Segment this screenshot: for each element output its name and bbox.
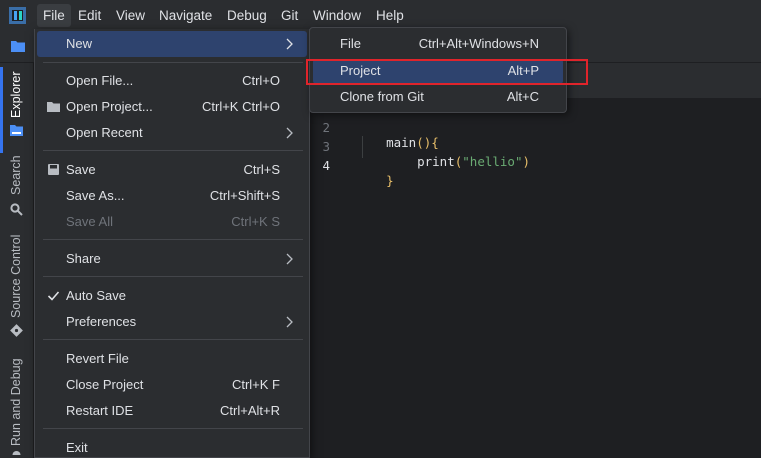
menu-item-label: File	[340, 36, 361, 51]
menu-item-label: Auto Save	[66, 288, 126, 303]
code-line-3[interactable]: print("hellio")	[387, 139, 530, 184]
menu-item-label: Save All	[66, 214, 113, 229]
line-number: 3	[322, 139, 330, 154]
menu-separator	[43, 150, 303, 151]
shortcut-label: Ctrl+Alt+Windows+N	[418, 36, 539, 51]
activity-search[interactable]: Search	[0, 155, 33, 218]
activity-source-control[interactable]: Source Control	[0, 235, 33, 345]
shortcut-label: Alt+C	[506, 89, 539, 104]
menu-item-label: Open File...	[66, 73, 134, 88]
token-close-brace: }	[386, 173, 394, 188]
shortcut-label: Ctrl+K F	[231, 377, 280, 392]
line-number: 2	[322, 120, 330, 135]
menu-item-label: Restart IDE	[66, 403, 134, 418]
menu-item-label: Exit	[66, 440, 88, 455]
menu-help[interactable]: Help	[370, 4, 410, 27]
menu-item-open-file[interactable]: Open File... Ctrl+O	[37, 68, 307, 94]
menu-item-open-project[interactable]: Open Project... Ctrl+K Ctrl+O	[37, 94, 307, 120]
menu-debug[interactable]: Debug	[221, 4, 273, 27]
chevron-right-icon	[286, 127, 293, 139]
source-control-label: Source Control	[9, 234, 23, 318]
folder-icon[interactable]	[11, 40, 25, 52]
search-icon	[10, 203, 23, 216]
menu-separator	[43, 428, 303, 429]
checkmark-icon	[47, 291, 60, 301]
menu-view[interactable]: View	[110, 4, 151, 27]
menu-item-preferences[interactable]: Preferences	[37, 309, 307, 335]
menu-item-save[interactable]: Save Ctrl+S	[37, 157, 307, 183]
menu-separator	[43, 339, 303, 340]
explorer-label: Explorer	[9, 71, 23, 118]
shortcut-label: Ctrl+K Ctrl+O	[201, 99, 280, 114]
activity-explorer[interactable]: Explorer	[0, 67, 33, 147]
debug-icon	[12, 451, 21, 455]
run-debug-label: Run and Debug	[9, 358, 23, 446]
menu-item-label: Share	[66, 251, 101, 266]
menu-item-label: New	[66, 36, 93, 51]
submenu-item-file[interactable]: File Ctrl+Alt+Windows+N	[313, 32, 563, 57]
menu-edit[interactable]: Edit	[72, 4, 107, 27]
menu-file[interactable]: File	[37, 4, 71, 27]
chevron-right-icon	[286, 253, 293, 265]
menu-item-exit[interactable]: Exit	[37, 435, 307, 458]
ide-window: File Edit View Navigate Debug Git Window…	[0, 0, 761, 458]
submenu-item-clone-from-git[interactable]: Clone from Git Alt+C	[313, 85, 563, 110]
folder-open-icon	[47, 102, 60, 112]
shortcut-label: Ctrl+Shift+S	[209, 188, 280, 203]
menu-git[interactable]: Git	[275, 4, 304, 27]
menu-item-label: Preferences	[66, 314, 137, 329]
menu-item-revert-file[interactable]: Revert File	[37, 346, 307, 372]
menu-item-auto-save[interactable]: Auto Save	[37, 283, 307, 309]
menu-separator	[43, 62, 303, 63]
menu-item-restart-ide[interactable]: Restart IDE Ctrl+Alt+R	[37, 398, 307, 424]
shortcut-label: Ctrl+O	[242, 73, 280, 88]
app-logo-icon	[9, 7, 26, 24]
menu-item-save-as[interactable]: Save As... Ctrl+Shift+S	[37, 183, 307, 209]
menu-item-new[interactable]: New	[37, 31, 307, 57]
menu-item-close-project[interactable]: Close Project Ctrl+K F	[37, 372, 307, 398]
menu-item-share[interactable]: Share	[37, 246, 307, 272]
menu-item-label: Revert File	[66, 351, 129, 366]
activity-run-debug[interactable]: Run and Debug	[0, 358, 33, 458]
code-line-4[interactable]: }	[356, 158, 394, 203]
search-label: Search	[9, 155, 23, 195]
menu-item-label: Clone from Git	[340, 89, 424, 104]
menu-separator	[43, 239, 303, 240]
chevron-right-icon	[286, 316, 293, 328]
menu-separator	[43, 276, 303, 277]
menu-item-open-recent[interactable]: Open Recent	[37, 120, 307, 146]
menu-item-label: Open Recent	[66, 125, 143, 140]
annotation-highlight-box	[306, 59, 588, 85]
file-menu: New Open File... Ctrl+O Open Project... …	[34, 29, 310, 458]
token-string: "hellio"	[462, 154, 523, 169]
shortcut-label: Ctrl+Alt+R	[220, 403, 280, 418]
menu-item-label: Save	[66, 162, 96, 177]
menu-item-label: Open Project...	[66, 99, 153, 114]
token-close-paren: )	[522, 154, 531, 169]
line-number-current: 4	[322, 158, 330, 173]
menu-item-label: Close Project	[66, 377, 144, 392]
menu-window[interactable]: Window	[307, 4, 367, 27]
menu-navigate[interactable]: Navigate	[153, 4, 218, 27]
source-control-icon	[10, 324, 23, 337]
chevron-right-icon	[286, 38, 293, 50]
activity-bar: Explorer Search Source Control Run and D…	[0, 63, 34, 458]
shortcut-label: Ctrl+K S	[231, 214, 280, 229]
save-icon	[48, 164, 59, 175]
menu-item-save-all: Save All Ctrl+K S	[37, 209, 307, 235]
menu-item-label: Save As...	[66, 188, 125, 203]
token-call-name: print	[417, 154, 455, 169]
shortcut-label: Ctrl+S	[243, 162, 280, 177]
explorer-folder-icon	[10, 125, 23, 136]
